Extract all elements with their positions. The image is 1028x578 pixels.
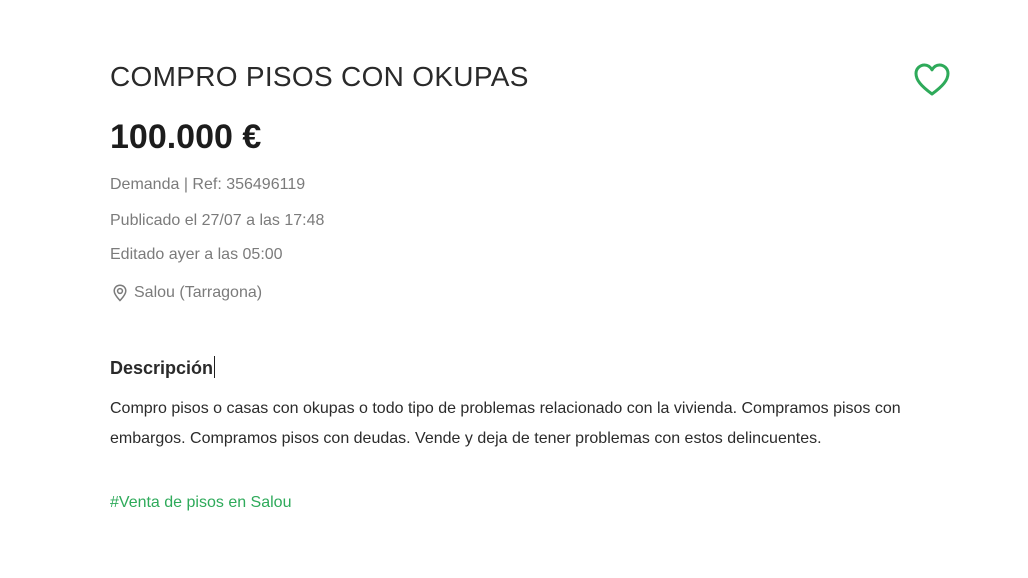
map-pin-icon <box>113 284 127 302</box>
description-heading-text: Descripción <box>110 358 214 378</box>
listing-reference: Demanda | Ref: 356496119 <box>110 176 306 193</box>
location-text: Salou (Tarragona) <box>134 284 263 301</box>
listing-details: COMPRO PISOS CON OKUPAS 100.000 € Demand… <box>110 58 960 511</box>
listing-title: COMPRO PISOS CON OKUPAS <box>110 61 529 92</box>
text-cursor <box>214 356 216 378</box>
published-date: Publicado el 27/07 a las 17:48 <box>110 212 325 229</box>
listing-location: Salou (Tarragona) <box>110 282 262 304</box>
hashtag-link[interactable]: #Venta de pisos en Salou <box>110 492 291 514</box>
edited-date: Editado ayer a las 05:00 <box>110 246 283 263</box>
description-body: Compro pisos o casas con okupas o todo t… <box>110 400 901 447</box>
description-heading: Descripción <box>110 356 216 380</box>
listing-price: 100.000 € <box>110 118 262 156</box>
